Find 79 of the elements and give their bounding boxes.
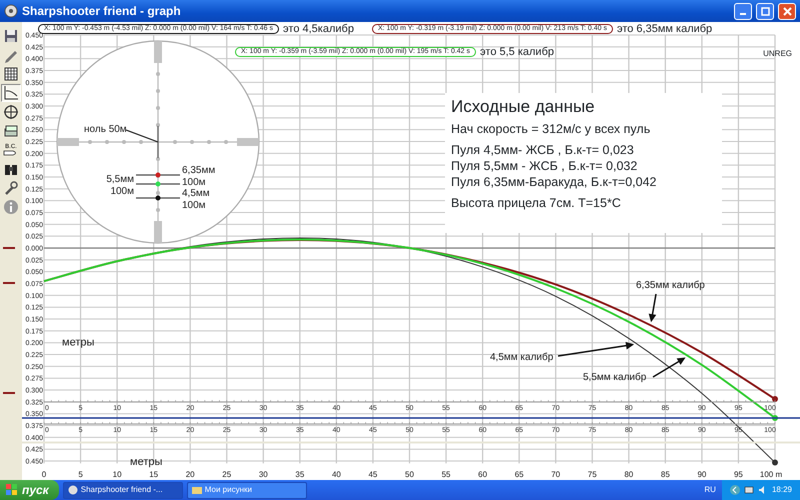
axis-tick-label: 55 [442, 470, 450, 479]
registration-status: UNREG [763, 48, 792, 60]
leader-line [126, 129, 158, 143]
maximize-icon [760, 6, 770, 16]
save-icon [3, 28, 19, 44]
axis-tick-label: 20 [186, 470, 195, 479]
range-label: 100м [110, 186, 134, 197]
arrow [648, 294, 657, 322]
close-button[interactable] [778, 2, 796, 20]
axis-tick-label: 60 [478, 470, 488, 479]
axis-tick-label: 90 [697, 470, 706, 479]
windows-flag-icon [6, 484, 18, 496]
annotation-label: 6,35мм калибр [636, 280, 705, 291]
info-line: Высота прицела 7см. T=15*C [451, 195, 622, 211]
end-point-dot [772, 459, 778, 466]
toolbar-button[interactable] [1, 84, 21, 102]
axis-tick-label: 0 [42, 470, 46, 479]
axis-tick-label: 85 [660, 470, 670, 479]
caliber-label: 4,5мм [182, 188, 210, 199]
axis-tick-label: 65 [514, 470, 524, 479]
axis-tick-label: 5 [78, 470, 83, 479]
axis-tick-label: 35 [295, 470, 304, 479]
axis-tick-label: 75 [588, 470, 597, 479]
axis-tick-label: 25 [222, 470, 232, 479]
dash-mark [3, 392, 15, 394]
arrow [652, 357, 686, 378]
close-icon [782, 6, 792, 16]
taskbar-button[interactable]: Мои рисунки [186, 482, 307, 498]
clock: 18:29 [772, 484, 792, 496]
crosshair-icon [3, 104, 19, 120]
axis-tick-label: 100 m [760, 470, 782, 479]
minimize-button[interactable] [734, 2, 752, 20]
language-indicator[interactable]: RU [704, 484, 716, 496]
info-line: Пуля 6,35мм-Баракуда, Б.к-т=0,042 [451, 174, 658, 190]
app-icon [68, 485, 78, 495]
axis-label: метры [62, 336, 94, 349]
axis-tick-label: 45 [368, 470, 378, 479]
bullet-icon [3, 150, 19, 156]
axis-tick-label: 95 [734, 470, 743, 479]
axis-tick-label: 80 [624, 470, 634, 479]
annotation-label: 5,5мм калибр [583, 372, 646, 383]
app-icon [4, 4, 18, 18]
folder-icon [192, 485, 202, 495]
start-button[interactable]: пуск [0, 480, 59, 500]
mark-line [136, 174, 180, 176]
axis-tick-label: 40 [332, 470, 341, 479]
end-point-dot [772, 396, 778, 402]
range-label: 100м [182, 200, 206, 211]
info-line: Нач скорость = 312м/с у всех пуль [451, 121, 652, 137]
annotation-label: 4,5мм калибр [490, 352, 554, 363]
annotation-text: это 6,35мм калибр [616, 22, 712, 37]
wrench-icon [3, 180, 19, 196]
chevron-icon[interactable] [730, 485, 740, 495]
graph-icon [3, 85, 19, 101]
axis-tick-label: 70 [551, 470, 560, 479]
info-icon [3, 199, 19, 215]
annotation-text: это 4,5калибр [283, 22, 354, 37]
caliber-label: 6,35мм [182, 165, 216, 176]
info-title: Исходные данные [451, 97, 596, 117]
caliber-label: 5,5мм [106, 174, 134, 185]
zero-label: ноль 50м [84, 124, 127, 135]
dash-mark [3, 247, 15, 249]
maximize-button[interactable] [756, 2, 774, 20]
end-point-dot [772, 414, 778, 421]
grid-icon [3, 66, 19, 82]
info-line: Пуля 4,5мм- ЖСБ , Б.к-т= 0,023 [451, 142, 635, 158]
axis-tick-label: 30 [258, 470, 268, 479]
annotation-text: это 5,5 калибр [480, 45, 554, 60]
network-icon[interactable] [744, 485, 754, 495]
range-label: 100м [182, 177, 206, 188]
axis-label: метры [130, 456, 162, 468]
dash-mark [3, 282, 15, 284]
toolbar-button[interactable] [1, 103, 21, 121]
taskbar-button[interactable]: Sharpshooter friend -... [62, 482, 183, 498]
axis-tick-label: 10 [112, 470, 122, 479]
info-line: Пуля 5,5мм - ЖСБ , Б.к-т= 0,032 [451, 158, 638, 174]
axis-tick-label: 15 [149, 470, 158, 479]
window-title: Sharpshooter friend - graph [22, 3, 181, 20]
axis-tick-label: 50 [405, 470, 414, 479]
